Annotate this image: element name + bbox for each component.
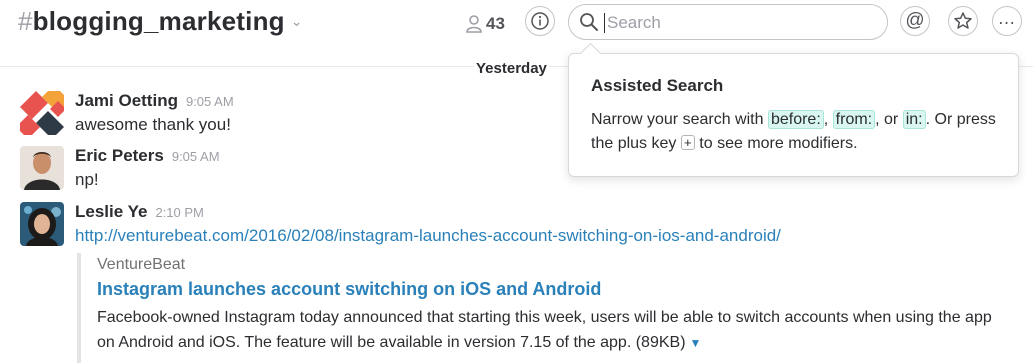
starred-button[interactable] [948,6,978,36]
channel-title[interactable]: #blogging_marketing ⌄ [18,6,303,37]
message-text: awesome thank you! [75,115,231,134]
info-icon [531,12,549,30]
assisted-search-popover: Assisted Search Narrow your search with … [568,42,1019,177]
avatar[interactable] [20,146,64,190]
search-box[interactable] [568,4,888,40]
modifier-in[interactable]: in: [902,110,926,129]
author-name[interactable]: Eric Peters [75,146,164,165]
avatar[interactable] [20,202,64,246]
message-link[interactable]: http://venturebeat.com/2016/02/08/instag… [75,226,781,245]
author-name[interactable]: Leslie Ye [75,202,147,221]
at-sign-icon: @ [905,10,925,31]
chevron-down-icon[interactable]: ▼ [690,336,702,350]
modifier-from[interactable]: from: [832,110,876,129]
channel-hash: # [18,6,33,36]
timestamp[interactable]: 2:10 PM [155,205,203,220]
modifier-before[interactable]: before: [767,110,824,129]
popover-title: Assisted Search [591,76,724,95]
member-count: 43 [486,14,505,33]
more-icon: … [997,7,1017,28]
message-link-wrap: http://venturebeat.com/2016/02/08/instag… [75,226,781,246]
message-header: Eric Peters 9:05 AM [75,146,220,166]
person-icon [466,15,482,33]
avatar[interactable] [20,91,64,135]
day-divider: Yesterday [474,60,549,77]
attachment-description: Facebook-owned Instagram today announced… [97,305,997,356]
more-actions-button[interactable]: … [992,6,1022,36]
message-header: Leslie Ye 2:10 PM [75,202,204,222]
mentions-button[interactable]: @ [900,6,930,36]
chevron-down-icon[interactable]: ⌄ [291,13,303,29]
plus-key: + [680,135,695,150]
attachment-source: VentureBeat [97,256,186,273]
text-cursor [604,13,605,33]
popover-text: to see more modifiers. [699,135,858,152]
popover-body: Narrow your search with before:, from:, … [591,108,1001,156]
star-icon [954,12,972,29]
channel-name: blogging_marketing [32,6,285,36]
timestamp[interactable]: 9:05 AM [186,94,234,109]
link-attachment: VentureBeat Instagram launches account s… [77,253,1007,363]
author-name[interactable]: Jami Oetting [75,91,178,110]
timestamp[interactable]: 9:05 AM [172,149,220,164]
message-header: Jami Oetting 9:05 AM [75,91,234,111]
search-input[interactable] [605,10,879,36]
message-text: np! [75,170,99,189]
channel-info-button[interactable] [525,6,555,36]
popover-text: , or [875,111,899,128]
attachment-title[interactable]: Instagram launches account switching on … [97,279,1007,300]
member-count-button[interactable]: 43 [466,12,505,36]
popover-text: , [823,111,829,128]
popover-text: Narrow your search with [591,111,768,128]
search-icon [580,13,598,31]
attachment-description-text: Facebook-owned Instagram today announced… [97,309,992,351]
